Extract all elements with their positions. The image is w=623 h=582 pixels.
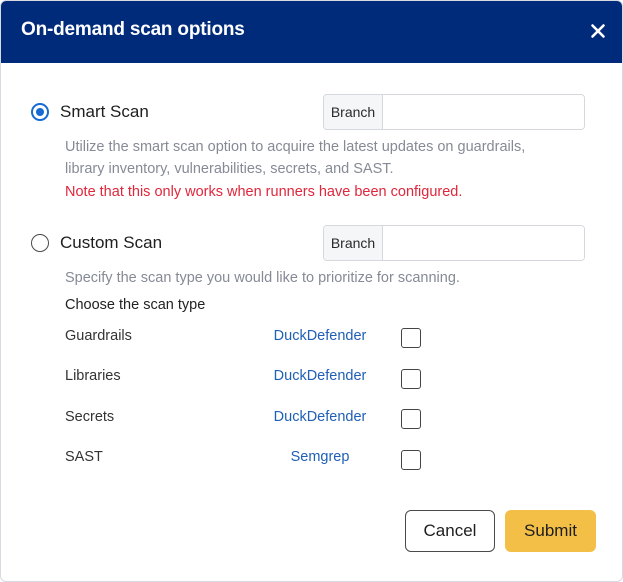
scan-type-sast-label: SAST — [65, 449, 103, 465]
choose-scan-type-label: Choose the scan type — [65, 297, 206, 313]
scan-type-guardrails-tool[interactable]: DuckDefender — [260, 328, 380, 344]
smart-scan-description-line2: library inventory, vulnerabilities, secr… — [65, 161, 394, 177]
modal-title: On-demand scan options — [21, 19, 245, 40]
scan-type-secrets-label: Secrets — [65, 409, 115, 425]
runner-note: Note that this only works when runners h… — [65, 184, 463, 200]
scan-type-guardrails-checkbox[interactable] — [401, 328, 421, 348]
smart-scan-label[interactable]: Smart Scan — [60, 102, 149, 122]
smart-scan-branch-input[interactable] — [383, 95, 584, 129]
custom-scan-branch-input[interactable] — [383, 226, 584, 260]
smart-scan-branch-field: Branch — [323, 94, 585, 130]
smart-scan-branch-addon: Branch — [324, 95, 383, 129]
custom-scan-label[interactable]: Custom Scan — [60, 233, 162, 253]
scan-type-guardrails-label: Guardrails — [65, 328, 132, 344]
smart-scan-radio[interactable] — [31, 103, 49, 121]
cancel-button[interactable]: Cancel — [405, 510, 495, 552]
scan-type-sast-checkbox[interactable] — [401, 450, 421, 470]
smart-scan-description-line1: Utilize the smart scan option to acquire… — [65, 139, 526, 155]
scan-type-sast-tool[interactable]: Semgrep — [260, 449, 380, 465]
custom-scan-radio[interactable] — [31, 234, 49, 252]
custom-scan-branch-addon: Branch — [324, 226, 383, 260]
custom-scan-description: Specify the scan type you would like to … — [65, 270, 460, 286]
close-icon — [591, 24, 605, 38]
submit-button[interactable]: Submit — [505, 510, 596, 552]
scan-options-modal: On-demand scan options Smart Scan Branch… — [0, 0, 623, 582]
scan-type-secrets-tool[interactable]: DuckDefender — [260, 409, 380, 425]
scan-type-secrets-checkbox[interactable] — [401, 409, 421, 429]
modal-header: On-demand scan options — [1, 1, 622, 63]
close-button[interactable] — [588, 21, 608, 41]
scan-type-libraries-checkbox[interactable] — [401, 369, 421, 389]
scan-type-libraries-label: Libraries — [65, 368, 121, 384]
custom-scan-branch-field: Branch — [323, 225, 585, 261]
scan-type-libraries-tool[interactable]: DuckDefender — [260, 368, 380, 384]
